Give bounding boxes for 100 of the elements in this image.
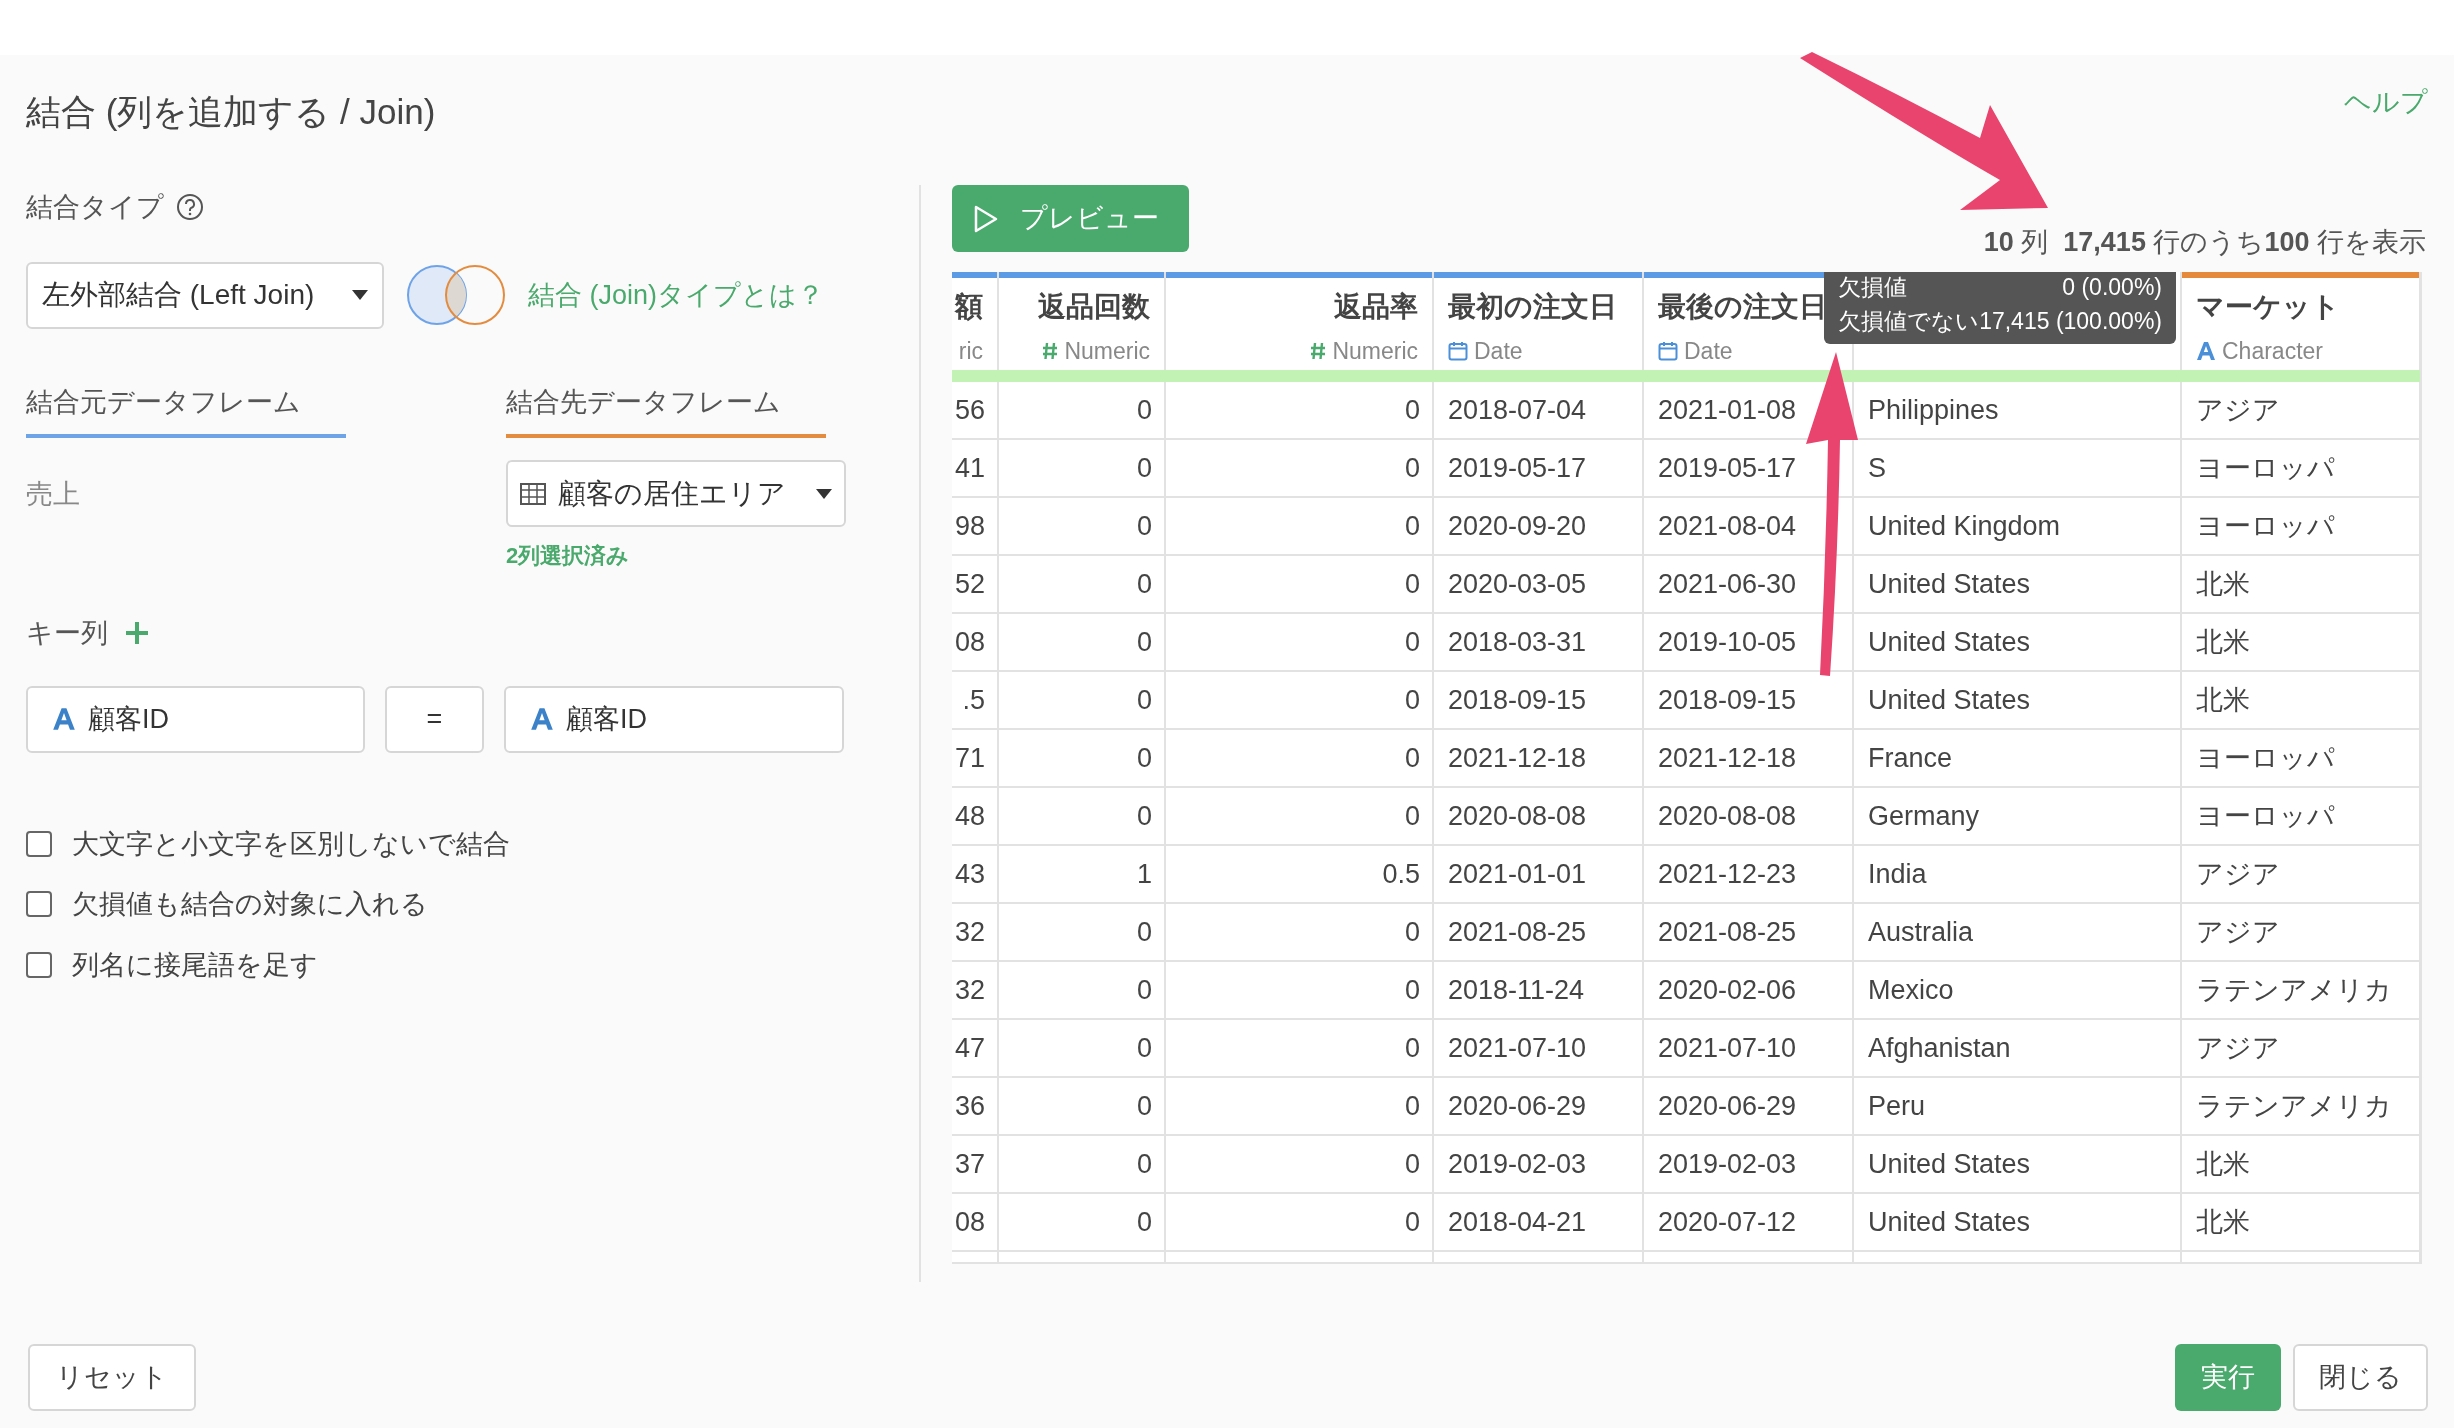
table-cell-text: 2020-08-08 [1448,799,1587,833]
table-cell-text: Germany [1868,799,1980,833]
table-cell-text: 0 [1136,973,1152,1007]
table-cell-text: 北米 [2196,567,2250,601]
table-cell-text: 2021-08-04 [1658,509,1797,543]
table-cell-text: 2021-01-08 [1658,393,1797,427]
selected-columns-note: 2列選択済み [506,542,631,570]
table-cell-text: 北米 [2196,625,2250,659]
table-cell-text: 0 [1136,1147,1152,1181]
table-cell-text: Philippines [1868,393,1999,427]
table-cell-text: 0 [1404,451,1420,485]
table-cell-text: United States [1868,625,2031,659]
dialog-title: 結合 (列を追加する / Join) [26,90,436,133]
table-cell-text: 2021-12-18 [1658,741,1797,775]
table-cell-text: 0 [1136,741,1152,775]
table-cell-text: United States [1868,683,2031,717]
field-label: キー列 [26,617,108,650]
table-cell-text: 2020-06-29 [1658,1089,1797,1123]
table-cell-text: 41 [954,451,985,485]
table-cell-text: 0 [1404,915,1420,949]
table-cell-text: 0 [1404,1031,1420,1065]
table-cell-text: アジア [2196,915,2280,949]
table-cell-text: 0.5 [1382,857,1420,891]
table-cell-text: 0 [1136,799,1152,833]
table-cell-text: 2019-05-17 [1658,451,1797,485]
table-cell-text: .5 [962,683,985,717]
table-cell-text: 0 [1404,1089,1420,1123]
table-cell-text: 北米 [2196,683,2250,717]
column-type: Numeric [1332,337,1418,366]
table-cell-text: 2019-05-17 [1448,451,1587,485]
table-cell-text: 2019-02-03 [1658,1147,1797,1181]
table-cell-text: 0 [1404,683,1420,717]
table-cell-text: United States [1868,1205,2031,1239]
column-name: 最後の注文日 [1658,290,1827,324]
source-frame-name: 売上 [26,478,81,511]
table-cell-text: S [1868,451,1886,485]
table-cell-text: 1 [1136,857,1152,891]
table-cell-text: 48 [954,799,985,833]
table-cell-text: 2018-09-15 [1448,683,1587,717]
option-label: 欠損値も結合の対象に入れる [72,888,428,921]
table-cell-text: 47 [954,1031,985,1065]
table-cell-text: 0 [1136,1205,1152,1239]
table-cell-text: 0 [1136,683,1152,717]
table-cell-text: 2020-09-20 [1448,509,1587,543]
table-cell-text: アジア [2196,857,2280,891]
table-cell-text: 32 [954,973,985,1007]
table-cell-text: 0 [1136,1031,1152,1065]
table-cell-text: 0 [1404,509,1420,543]
table-cell-text: ヨーロッパ [2196,509,2335,543]
table-cell-text: United States [1868,567,2031,601]
table-cell-text: 2021-12-18 [1448,741,1587,775]
table-cell-text: 0 [1136,509,1152,543]
table-cell-text: 37 [954,1147,985,1181]
table-cell-text: ラテンアメリカ [2196,973,2392,1007]
table-cell-text: 2021-07-10 [1448,1031,1587,1065]
table-cell-text: 0 [1136,915,1152,949]
column-name: 返品回数 [1038,290,1150,324]
table-cell-text: 2019-10-05 [1658,625,1797,659]
table-cell-text: 08 [954,625,985,659]
column-type: Character [2222,337,2323,366]
tooltip-value: 0 (0.00%) [2061,273,2162,302]
table-cell-text: 2020-08-08 [1658,799,1797,833]
table-cell-text: 2019-02-03 [1448,1147,1587,1181]
table-cell-text: 2021-07-10 [1658,1031,1797,1065]
table-cell-text: France [1868,741,1953,775]
table-cell-text: ラテンアメリカ [2196,1089,2392,1123]
table-cell-text: 0 [1404,1205,1420,1239]
table-cell-text: アジア [2196,1031,2280,1065]
table-cell-text: 2018-04-21 [1448,1205,1587,1239]
row-count-summary: 10 列 17,415 行のうち100 行を表示 [1983,225,2426,259]
table-cell-text: Australia [1868,915,1974,949]
table-cell-text: 北米 [2196,1205,2250,1239]
table-cell-text: Mexico [1868,973,1954,1007]
column-type: Date [1684,337,1733,366]
table-cell-text: 98 [954,509,985,543]
option-label: 列名に接尾語を足す [72,948,318,982]
table-cell-text: 北米 [2196,1147,2250,1181]
column-name: マーケット [2196,290,2340,324]
column-type: ric [958,337,983,366]
column-name: 額 [955,290,983,324]
table-cell-text: 71 [954,741,985,775]
table-cell-text: 0 [1404,625,1420,659]
table-cell-text: 2021-01-01 [1448,857,1587,891]
table-cell-text: Peru [1868,1089,1926,1123]
table-cell-text: 0 [1136,451,1152,485]
table-cell-text: 2018-03-31 [1448,625,1587,659]
tooltip-value: 17,415 (100.00%) [1979,307,2162,336]
table-cell-text: 0 [1136,625,1152,659]
table-cell-text: ヨーロッパ [2196,741,2335,775]
table-cell-text: 0 [1404,799,1420,833]
table-cell-text: 0 [1136,1089,1152,1123]
field-label: 結合タイプ [26,191,164,224]
table-cell-text: 2020-02-06 [1658,973,1797,1007]
table-cell-text: 32 [954,915,985,949]
table-cell-text: 2018-11-24 [1448,973,1585,1007]
table-cell-text: 2020-07-12 [1658,1205,1797,1239]
column-name: 最初の注文日 [1448,290,1617,324]
column-name: 返品率 [1334,290,1418,324]
table-cell-text: 0 [1136,567,1152,601]
table-cell-text: 0 [1404,567,1420,601]
